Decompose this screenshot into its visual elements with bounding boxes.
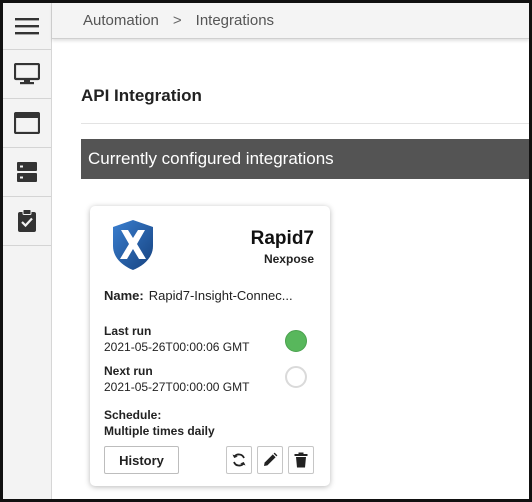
- name-value: Rapid7-Insight-Connec...: [148, 288, 293, 303]
- browser-window-icon: [14, 112, 40, 134]
- integration-name-row: Name: Rapid7-Insight-Connec...: [104, 288, 319, 303]
- last-run-value: 2021-05-26T00:00:06 GMT: [104, 340, 250, 354]
- sidebar: [3, 3, 52, 499]
- rapid7-logo: [113, 220, 153, 270]
- vendor-product: Nexpose: [263, 252, 314, 266]
- vendor-name: Rapid7: [250, 228, 314, 249]
- schedule-label: Schedule:: [104, 408, 162, 422]
- trash-icon: [294, 452, 308, 468]
- last-run-status-icon: [285, 330, 307, 352]
- sidebar-item-server[interactable]: [3, 148, 51, 197]
- hamburger-icon: [15, 18, 39, 35]
- integration-card: Rapid7 Nexpose Name: Rapid7-Insight-Conne…: [90, 206, 330, 486]
- edit-button[interactable]: [257, 446, 283, 474]
- breadcrumb-item-automation[interactable]: Automation: [83, 12, 159, 29]
- monitor-icon: [14, 63, 40, 85]
- sidebar-menu-button[interactable]: [3, 3, 51, 50]
- sync-icon: [232, 453, 246, 467]
- next-run-value: 2021-05-27T00:00:00 GMT: [104, 380, 250, 394]
- section-title: Currently configured integrations: [88, 149, 334, 168]
- breadcrumb: Automation > Integrations: [52, 3, 529, 39]
- section-header: Currently configured integrations: [81, 139, 529, 179]
- sync-button[interactable]: [226, 446, 252, 474]
- breadcrumb-item-integrations[interactable]: Integrations: [196, 12, 274, 29]
- pencil-icon: [264, 452, 278, 466]
- clipboard-check-icon: [18, 209, 36, 232]
- sidebar-item-browser-window[interactable]: [3, 99, 51, 148]
- sidebar-item-clipboard-check[interactable]: [3, 197, 51, 246]
- title-divider: [81, 123, 529, 124]
- page-title: API Integration: [81, 86, 202, 105]
- name-label: Name:: [104, 288, 144, 303]
- last-run-label: Last run: [104, 324, 152, 338]
- delete-button[interactable]: [288, 446, 314, 474]
- breadcrumb-separator: >: [172, 12, 182, 29]
- schedule-value: Multiple times daily: [104, 424, 215, 438]
- history-button[interactable]: History: [104, 446, 179, 474]
- next-run-status-icon: [285, 366, 307, 388]
- sidebar-item-monitor[interactable]: [3, 50, 51, 99]
- server-icon: [17, 162, 37, 182]
- next-run-label: Next run: [104, 364, 153, 378]
